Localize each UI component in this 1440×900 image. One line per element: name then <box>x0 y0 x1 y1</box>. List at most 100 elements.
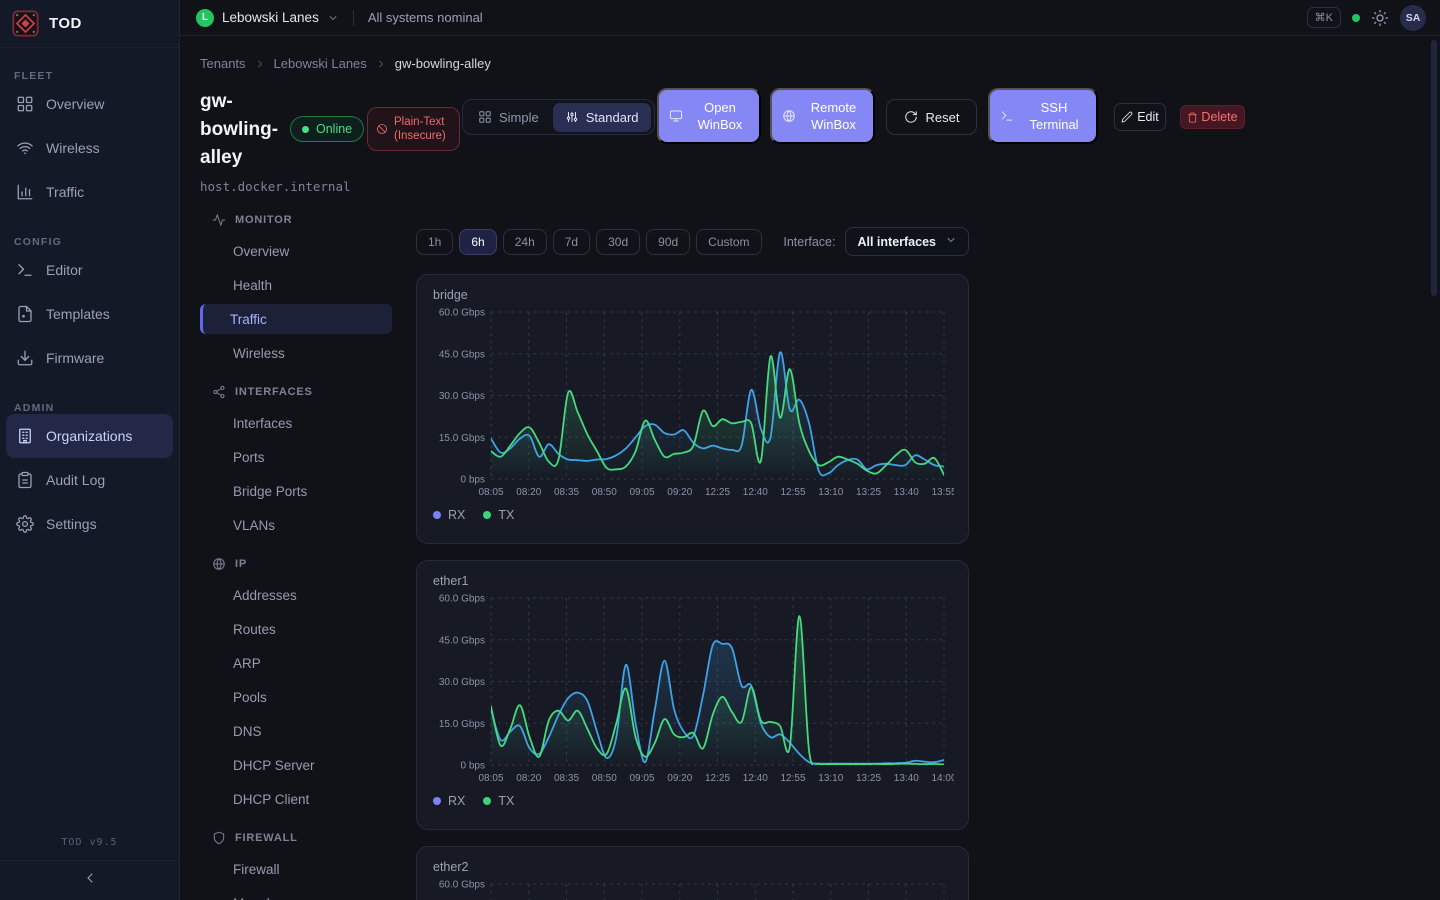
theme-toggle-button[interactable] <box>1371 9 1389 27</box>
svg-text:09:05: 09:05 <box>629 773 654 784</box>
insecure-badge: Plain-Text(Insecure) <box>367 107 460 151</box>
sidebar-item-organizations[interactable]: Organizations <box>6 414 173 458</box>
subnav-item-bridge-ports[interactable]: Bridge Ports <box>200 476 392 506</box>
range-pill-7d[interactable]: 7d <box>553 229 590 255</box>
traffic-chart: 08:0508:2008:3508:5009:0509:2012:2512:40… <box>433 877 954 900</box>
breadcrumb-tenant[interactable]: Lebowski Lanes <box>274 56 367 71</box>
gear-icon <box>16 515 34 533</box>
edit-button[interactable]: Edit <box>1114 103 1166 131</box>
range-pill-1h[interactable]: 1h <box>416 229 453 255</box>
chevron-right-icon <box>254 58 266 70</box>
range-pill-24h[interactable]: 24h <box>503 229 547 255</box>
sidebar-nav: FLEETOverviewWirelessTrafficCONFIGEditor… <box>0 70 179 546</box>
file-icon <box>16 305 34 323</box>
open-winbox-button[interactable]: Open WinBox <box>657 88 761 144</box>
primary-sidebar: TOD FLEETOverviewWirelessTrafficCONFIGEd… <box>0 0 180 900</box>
logo-row: TOD <box>0 0 179 48</box>
chart-title: ether1 <box>433 574 952 588</box>
subnav-item-dhcp-client[interactable]: DHCP Client <box>200 784 392 814</box>
svg-text:13:10: 13:10 <box>818 773 843 784</box>
breadcrumb-tenants[interactable]: Tenants <box>200 56 246 71</box>
sidebar-item-label: Editor <box>46 262 83 278</box>
sidebar-item-editor[interactable]: Editor <box>6 248 173 292</box>
interface-label: Interface: <box>783 235 835 249</box>
subnav-item-routes[interactable]: Routes <box>200 614 392 644</box>
mode-simple-button[interactable]: Simple <box>466 103 551 132</box>
subnav-item-overview[interactable]: Overview <box>200 236 392 266</box>
terminal-icon <box>16 261 34 279</box>
subnav-item-interfaces[interactable]: Interfaces <box>200 408 392 438</box>
range-pill-6h[interactable]: 6h <box>459 229 496 255</box>
sidebar-item-templates[interactable]: Templates <box>6 292 173 336</box>
breadcrumb-device: gw-bowling-alley <box>395 56 491 71</box>
sidebar-item-label: Settings <box>46 516 97 532</box>
sidebar-item-settings[interactable]: Settings <box>6 502 173 546</box>
svg-text:13:40: 13:40 <box>894 773 919 784</box>
globe-icon <box>782 109 796 123</box>
subnav-item-traffic[interactable]: Traffic <box>200 304 392 334</box>
svg-text:09:20: 09:20 <box>667 773 692 784</box>
subnav-item-wireless[interactable]: Wireless <box>200 338 392 368</box>
download-icon <box>16 349 34 367</box>
subnav-item-vlans[interactable]: VLANs <box>200 510 392 540</box>
monitor-icon <box>669 109 683 123</box>
sidebar-item-wireless[interactable]: Wireless <box>6 126 173 170</box>
svg-text:30.0 Gbps: 30.0 Gbps <box>439 391 485 402</box>
mode-standard-button[interactable]: Standard <box>553 103 651 132</box>
svg-text:12:40: 12:40 <box>743 773 768 784</box>
sidebar-section-label: ADMIN <box>0 402 179 414</box>
subnav-item-health[interactable]: Health <box>200 270 392 300</box>
insecure-label: Plain-Text(Insecure) <box>394 115 446 143</box>
range-pill-90d[interactable]: 90d <box>646 229 690 255</box>
svg-text:45.0 Gbps: 45.0 Gbps <box>439 349 485 360</box>
sidebar-item-overview[interactable]: Overview <box>6 82 173 126</box>
sliders-icon <box>565 110 579 124</box>
sidebar-item-traffic[interactable]: Traffic <box>6 170 173 214</box>
scrollbar-thumb[interactable] <box>1431 40 1437 296</box>
legend-dot-icon <box>483 511 491 519</box>
chart-cards: bridge 08:0508:2008:3508:5009:0509:2012:2… <box>416 274 969 900</box>
legend-dot-icon <box>433 797 441 805</box>
subnav-item-ports[interactable]: Ports <box>200 442 392 472</box>
subnav-item-arp[interactable]: ARP <box>200 648 392 678</box>
tenant-name: Lebowski Lanes <box>222 10 319 25</box>
tenant-avatar: L <box>196 9 214 27</box>
sidebar-item-label: Traffic <box>46 184 84 200</box>
command-palette-button[interactable]: ⌘K <box>1307 7 1341 28</box>
view-mode-toggle: Simple Standard <box>462 99 655 135</box>
subnav-item-pools[interactable]: Pools <box>200 682 392 712</box>
svg-text:0 bps: 0 bps <box>461 761 485 772</box>
tenant-switcher[interactable]: L Lebowski Lanes <box>196 9 339 27</box>
interface-select[interactable]: All interfaces <box>845 227 969 256</box>
app-window: TOD FLEETOverviewWirelessTrafficCONFIGEd… <box>0 0 1440 900</box>
svg-text:14:00: 14:00 <box>931 773 954 784</box>
subnav-item-firewall[interactable]: Firewall <box>200 854 392 884</box>
svg-text:12:40: 12:40 <box>743 487 768 498</box>
legend-item-tx: TX <box>483 794 514 808</box>
sidebar-section-label: FLEET <box>0 70 179 82</box>
activity-icon <box>212 213 226 227</box>
reset-button[interactable]: Reset <box>886 99 977 135</box>
range-pill-30d[interactable]: 30d <box>596 229 640 255</box>
user-avatar[interactable]: SA <box>1400 5 1426 31</box>
sidebar-item-audit-log[interactable]: Audit Log <box>6 458 173 502</box>
subnav-item-mangle[interactable]: Mangle <box>200 888 392 900</box>
breadcrumb: Tenants Lebowski Lanes gw-bowling-alley <box>200 56 491 71</box>
legend-dot-icon <box>483 797 491 805</box>
ssh-terminal-button[interactable]: SSH Terminal <box>988 88 1098 144</box>
range-pill-custom[interactable]: Custom <box>696 229 761 255</box>
chart-icon <box>16 183 34 201</box>
remote-winbox-button[interactable]: Remote WinBox <box>770 88 875 144</box>
delete-button[interactable]: Delete <box>1180 105 1245 129</box>
chart-title: bridge <box>433 288 952 302</box>
subnav-item-addresses[interactable]: Addresses <box>200 580 392 610</box>
subnav-item-dns[interactable]: DNS <box>200 716 392 746</box>
sidebar-item-label: Wireless <box>46 140 100 156</box>
legend-dot-icon <box>433 511 441 519</box>
sidebar-collapse-button[interactable] <box>0 860 179 900</box>
svg-text:09:05: 09:05 <box>629 487 654 498</box>
online-dot-icon <box>302 126 309 133</box>
sidebar-item-firmware[interactable]: Firmware <box>6 336 173 380</box>
terminal-icon <box>1000 109 1014 123</box>
subnav-item-dhcp-server[interactable]: DHCP Server <box>200 750 392 780</box>
